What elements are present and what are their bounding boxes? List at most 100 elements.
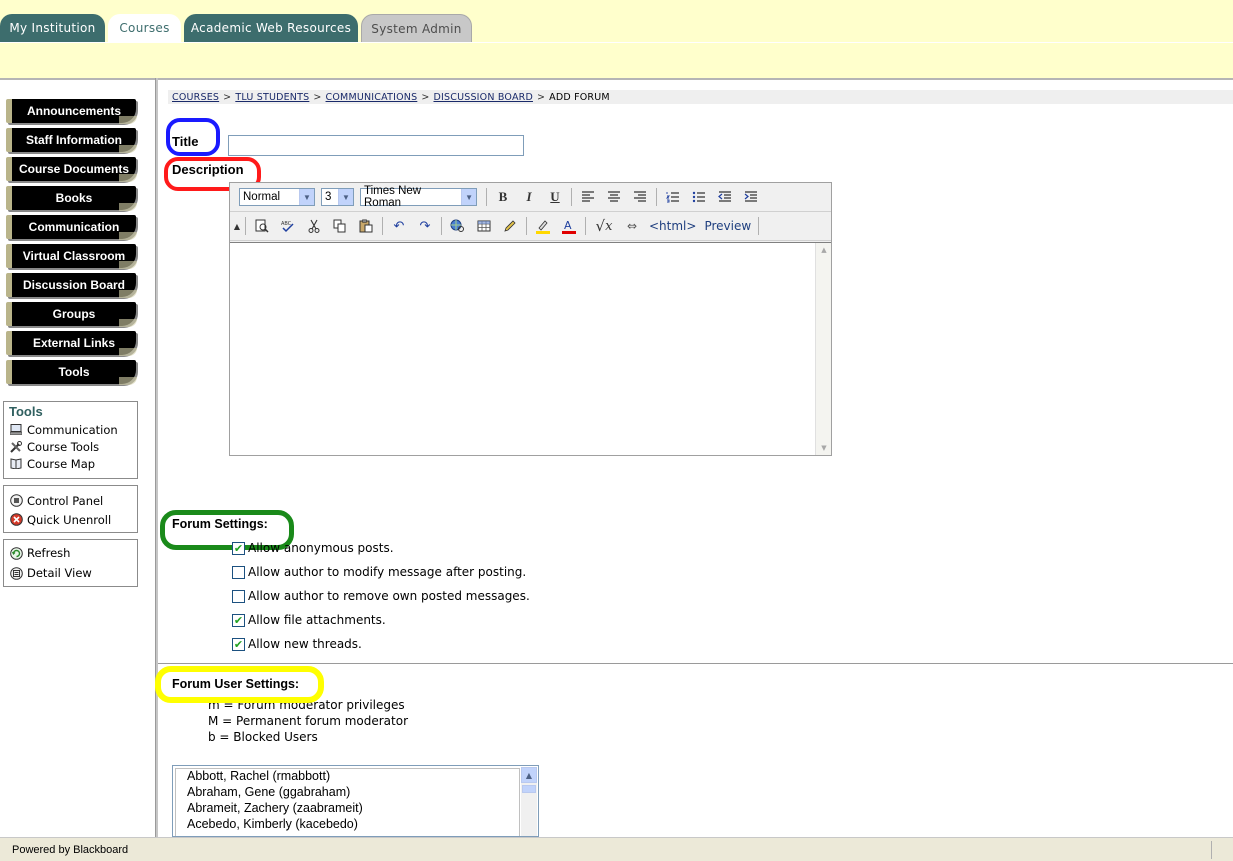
list-item[interactable]: Abrameit, Zachery (zaabrameit) <box>187 801 363 815</box>
copy-icon[interactable] <box>327 215 353 237</box>
title-input[interactable] <box>228 135 524 156</box>
nav-button-course-documents[interactable]: Course Documents <box>6 157 137 182</box>
font-name-select[interactable]: Times New Roman ▼ <box>360 185 477 209</box>
checkbox-unchecked[interactable] <box>232 589 245 603</box>
scroll-up-icon[interactable]: ▲ <box>816 243 832 257</box>
breadcrumb-link-discussion-board[interactable]: DISCUSSION BOARD <box>433 92 532 103</box>
breadcrumb-link-tlu-students[interactable]: TLU STUDENTS <box>235 92 309 103</box>
tab-system-admin[interactable]: System Admin <box>361 14 472 42</box>
legend-blocked: b = Blocked Users <box>208 730 318 744</box>
font-size-value: 3 <box>325 191 332 203</box>
font-color-icon[interactable]: A <box>556 215 582 237</box>
nav-button-discussion-board[interactable]: Discussion Board <box>6 273 137 298</box>
indent-icon[interactable] <box>738 186 764 208</box>
align-right-icon[interactable] <box>627 186 653 208</box>
cut-icon[interactable] <box>301 215 327 237</box>
section-divider <box>158 663 1233 664</box>
nav-button-announcements[interactable]: Announcements <box>6 99 137 124</box>
tools-item-label: Course Tools <box>27 439 100 454</box>
nav-button-communication[interactable]: Communication <box>6 215 137 240</box>
paste-icon[interactable] <box>353 215 379 237</box>
checkbox-checked[interactable]: ✔ <box>232 637 245 651</box>
bold-icon[interactable]: B <box>490 186 516 208</box>
numbered-list-icon[interactable] <box>660 186 686 208</box>
setting-remove-own-posts[interactable]: Allow author to remove own posted messag… <box>232 588 530 604</box>
tools-item-label: Course Map <box>27 456 96 471</box>
detail-view-link[interactable]: Detail View <box>4 563 137 583</box>
unenroll-icon <box>9 513 23 526</box>
user-list[interactable]: Abbott, Rachel (rmabbott) Abraham, Gene … <box>172 765 539 837</box>
source-code-icon[interactable]: ⇔ <box>619 215 645 237</box>
bulleted-list-icon[interactable] <box>686 186 712 208</box>
print-preview-icon[interactable] <box>249 215 275 237</box>
paragraph-format-select[interactable]: Normal ▼ <box>239 188 315 206</box>
editor-toolbar-row-2: ▲ ABC ↶ ↷ A √ x ⇔ <html> Preview <box>230 212 831 241</box>
tools-item-course-tools[interactable]: Course Tools <box>4 438 137 455</box>
list-item[interactable]: Acebedo, Kimberly (kacebedo) <box>187 817 358 831</box>
tab-academic-web-resources[interactable]: Academic Web Resources <box>184 14 358 42</box>
control-panel-link[interactable]: Control Panel <box>4 491 137 510</box>
scroll-thumb[interactable] <box>522 785 536 793</box>
underline-icon[interactable]: U <box>542 186 568 208</box>
setting-label: Allow anonymous posts. <box>248 541 394 555</box>
spell-check-icon[interactable]: ABC <box>275 215 301 237</box>
header-strip <box>0 42 1233 78</box>
collapse-toolbar-icon[interactable]: ▲ <box>232 215 242 237</box>
toolbar-separator <box>441 217 442 235</box>
breadcrumb-link-communications[interactable]: COMMUNICATIONS <box>326 92 418 103</box>
align-left-icon[interactable] <box>575 186 601 208</box>
setting-modify-after-posting[interactable]: Allow author to modify message after pos… <box>232 564 526 580</box>
title-label: Title <box>172 134 199 149</box>
quick-unenroll-link[interactable]: Quick Unenroll <box>4 510 137 529</box>
insert-table-icon[interactable] <box>471 215 497 237</box>
refresh-link[interactable]: Refresh <box>4 543 137 563</box>
checkbox-unchecked[interactable] <box>232 565 245 579</box>
nav-button-books[interactable]: Books <box>6 186 137 211</box>
scroll-down-icon[interactable]: ▼ <box>816 441 832 455</box>
nav-button-virtual-classroom[interactable]: Virtual Classroom <box>6 244 137 269</box>
editor-text-area[interactable]: ▲ ▼ <box>230 242 831 455</box>
tools-panel-title: Tools <box>9 404 43 419</box>
edit-pencil-icon[interactable] <box>497 215 523 237</box>
forum-settings-label: Forum Settings: <box>172 517 268 531</box>
user-list-scrollbar[interactable]: ▲ <box>521 767 537 836</box>
setting-label: Allow new threads. <box>248 637 362 651</box>
svg-text:A: A <box>564 219 572 232</box>
list-item[interactable]: Abbott, Rachel (rmabbott) <box>187 769 330 783</box>
tab-courses[interactable]: Courses <box>108 14 181 42</box>
editor-scrollbar[interactable]: ▲ ▼ <box>815 243 831 455</box>
chevron-down-icon: ▼ <box>338 189 353 205</box>
align-center-icon[interactable] <box>601 186 627 208</box>
italic-icon[interactable]: I <box>516 186 542 208</box>
redo-icon[interactable]: ↷ <box>412 215 438 237</box>
preview-button[interactable]: Preview <box>704 219 751 233</box>
insert-link-icon[interactable] <box>445 215 471 237</box>
breadcrumb-link-courses[interactable]: COURSES <box>172 92 219 103</box>
equation-icon[interactable]: √ x <box>589 215 619 237</box>
legend-permanent-moderator: M = Permanent forum moderator <box>208 714 409 728</box>
nav-button-groups[interactable]: Groups <box>6 302 137 327</box>
top-banner: My Institution Courses Academic Web Reso… <box>0 0 1233 42</box>
control-panel-box: Control Panel Quick Unenroll <box>3 485 138 533</box>
scroll-up-icon[interactable]: ▲ <box>521 767 537 783</box>
checkbox-checked[interactable]: ✔ <box>232 541 245 555</box>
outdent-icon[interactable] <box>712 186 738 208</box>
html-mode-button[interactable]: <html> <box>649 219 696 233</box>
font-name-value: Times New Roman <box>364 185 422 209</box>
tools-item-course-map[interactable]: Course Map <box>4 455 137 472</box>
nav-button-external-links[interactable]: External Links <box>6 331 137 356</box>
toolbar-separator <box>382 217 383 235</box>
nav-button-staff-information[interactable]: Staff Information <box>6 128 137 153</box>
nav-button-tools[interactable]: Tools <box>6 360 137 385</box>
tab-my-institution[interactable]: My Institution <box>0 14 105 42</box>
setting-anonymous-posts[interactable]: ✔ Allow anonymous posts. <box>232 540 394 556</box>
list-item[interactable]: Abraham, Gene (ggabraham) <box>187 785 350 799</box>
control-panel-label: Control Panel <box>27 493 104 508</box>
highlight-color-icon[interactable] <box>530 215 556 237</box>
font-size-select[interactable]: 3 ▼ <box>321 188 354 206</box>
setting-new-threads[interactable]: ✔ Allow new threads. <box>232 636 362 652</box>
tools-item-communication[interactable]: Communication <box>4 421 137 438</box>
checkbox-checked[interactable]: ✔ <box>232 613 245 627</box>
undo-icon[interactable]: ↶ <box>386 215 412 237</box>
setting-file-attachments[interactable]: ✔ Allow file attachments. <box>232 612 386 628</box>
